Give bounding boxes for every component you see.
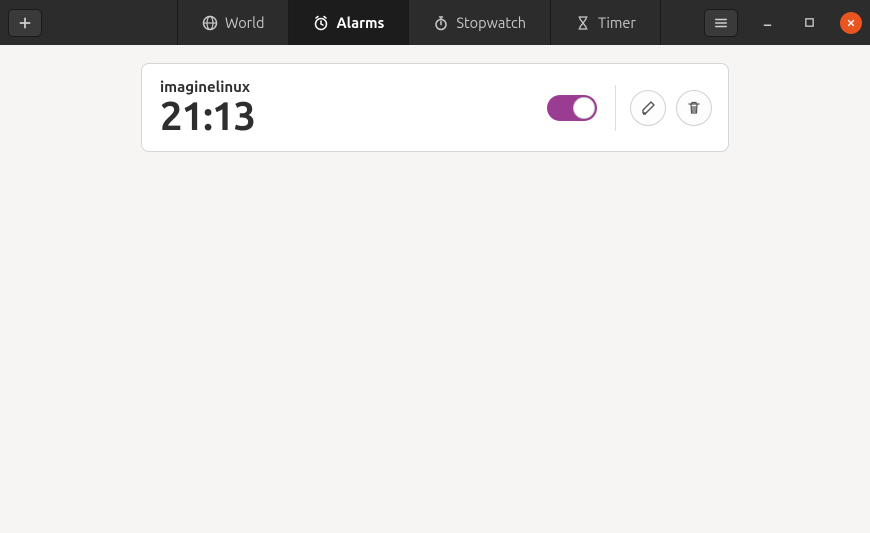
close-icon: [846, 18, 856, 28]
hamburger-icon: [714, 16, 728, 30]
tab-timer[interactable]: Timer: [551, 0, 661, 45]
trash-icon: [686, 100, 702, 116]
tab-stopwatch[interactable]: Stopwatch: [409, 0, 551, 45]
maximize-icon: [804, 17, 815, 28]
add-button[interactable]: [8, 9, 42, 37]
header-bar: World Alarms Stopwatch Timer: [0, 0, 870, 45]
globe-icon: [202, 15, 218, 31]
alarm-icon: [313, 15, 329, 31]
edit-alarm-button[interactable]: [630, 90, 666, 126]
tab-alarms[interactable]: Alarms: [289, 0, 409, 45]
tab-bar: World Alarms Stopwatch Timer: [177, 0, 661, 45]
minimize-button[interactable]: [756, 12, 778, 34]
pencil-icon: [640, 100, 656, 116]
separator: [615, 85, 616, 131]
plus-icon: [18, 16, 32, 30]
delete-alarm-button[interactable]: [676, 90, 712, 126]
close-button[interactable]: [840, 12, 862, 34]
toggle-knob: [573, 97, 595, 119]
maximize-button[interactable]: [798, 12, 820, 34]
content-area: imaginelinux 21:13: [0, 45, 870, 170]
tab-label: World: [225, 14, 264, 31]
tab-world[interactable]: World: [177, 0, 289, 45]
tab-label: Alarms: [336, 14, 384, 31]
stopwatch-icon: [433, 15, 449, 31]
menu-button[interactable]: [704, 9, 738, 37]
alarm-card: imaginelinux 21:13: [141, 63, 729, 152]
alarm-toggle[interactable]: [547, 95, 597, 121]
alarm-info: imaginelinux 21:13: [160, 78, 547, 137]
minimize-icon: [762, 17, 773, 28]
tab-label: Timer: [598, 14, 636, 31]
hourglass-icon: [575, 15, 591, 31]
tab-label: Stopwatch: [456, 14, 526, 31]
alarm-time: 21:13: [160, 95, 547, 137]
